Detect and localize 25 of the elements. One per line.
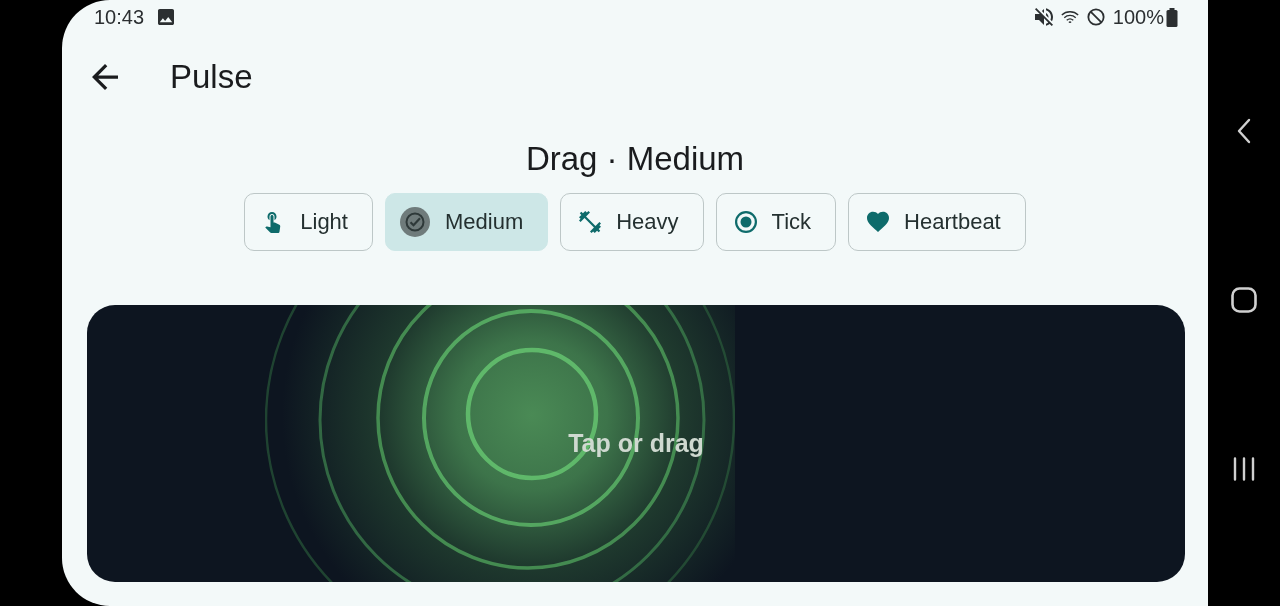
- screen-title: Pulse: [170, 58, 253, 96]
- haptic-chip[interactable]: Heartbeat: [848, 193, 1026, 251]
- radio-dot-icon: [734, 211, 757, 233]
- haptic-chip[interactable]: Heavy: [560, 193, 704, 251]
- recents-icon[interactable]: [1232, 457, 1256, 481]
- status-time: 10:43: [94, 5, 145, 29]
- block-icon: [1086, 8, 1105, 26]
- back-icon[interactable]: [1237, 118, 1251, 144]
- mode-subtitle: Drag · Medium: [525, 139, 745, 179]
- haptic-chip[interactable]: Tick: [715, 193, 837, 251]
- battery-icon: [1166, 7, 1178, 27]
- back-arrow-icon: [92, 64, 118, 90]
- mute-icon: [1034, 8, 1053, 26]
- image-icon: [158, 9, 175, 25]
- heart-icon: [867, 211, 890, 233]
- pad-hint: Tap or drag: [568, 429, 704, 458]
- haptic-chip[interactable]: Light: [244, 193, 373, 251]
- battery-percent: 100%: [1112, 5, 1164, 29]
- wifi-icon: [1060, 8, 1079, 26]
- touch-pad[interactable]: Tap or drag: [87, 305, 1185, 582]
- back-button[interactable]: [92, 64, 118, 90]
- home-icon[interactable]: [1231, 287, 1257, 313]
- haptic-chip[interactable]: Medium: [385, 193, 549, 251]
- check-circle-icon: [400, 207, 430, 237]
- dumbbell-icon: [579, 211, 602, 233]
